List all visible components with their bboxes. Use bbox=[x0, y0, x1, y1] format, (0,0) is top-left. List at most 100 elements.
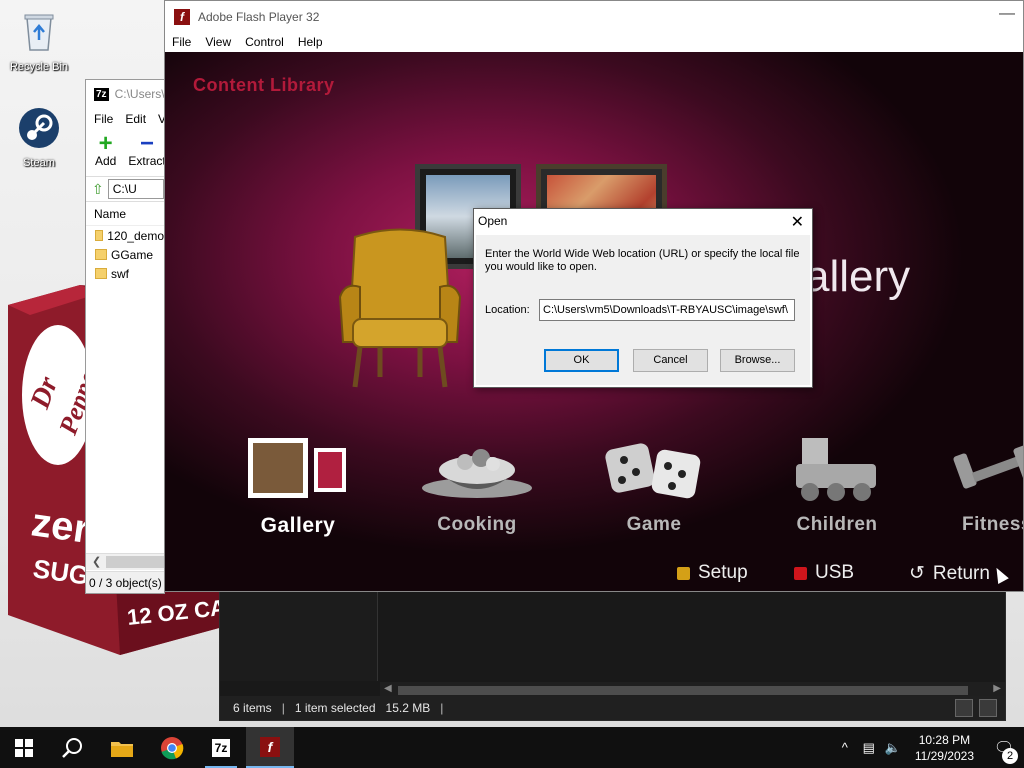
scroll-left-icon[interactable]: ❮ bbox=[92, 555, 101, 568]
address-bar: ⇧ C:\U bbox=[86, 176, 164, 202]
category-fitness[interactable]: Fitness bbox=[947, 436, 1023, 536]
recycle-bin-icon bbox=[24, 14, 54, 51]
minimize-button[interactable]: — bbox=[999, 5, 1015, 23]
clock-time: 10:28 PM bbox=[918, 732, 971, 747]
clock-date: 11/29/2023 bbox=[914, 748, 974, 763]
category-game[interactable]: Game bbox=[595, 436, 713, 536]
location-label: Location: bbox=[485, 304, 530, 316]
search-icon bbox=[62, 737, 82, 758]
network-icon[interactable]: ▤ bbox=[857, 740, 881, 756]
list-item-name: swf bbox=[111, 266, 129, 281]
list-item[interactable]: swf bbox=[86, 264, 164, 283]
folder-icon bbox=[95, 268, 107, 279]
horizontal-scrollbar[interactable]: ❮ bbox=[86, 553, 164, 570]
selection-size: 15.2 MB bbox=[385, 701, 431, 715]
list-item[interactable]: 120_demo bbox=[86, 226, 164, 245]
category-gallery[interactable]: Gallery bbox=[245, 436, 351, 538]
menu-file[interactable]: File bbox=[172, 35, 191, 49]
category-label: Cooking bbox=[437, 514, 517, 535]
column-header-name[interactable]: Name bbox=[86, 202, 164, 226]
start-button[interactable] bbox=[0, 727, 48, 768]
up-folder-icon[interactable]: ⇧ bbox=[92, 181, 104, 198]
category-children[interactable]: Children bbox=[773, 436, 901, 536]
taskbar: 7z f ^ ▤ 🔈 10:28 PM 11/29/2023 🗨 2 bbox=[0, 727, 1024, 768]
search-button[interactable] bbox=[48, 727, 96, 768]
scrollbar-thumb[interactable] bbox=[398, 686, 968, 695]
address-field[interactable]: C:\U bbox=[107, 179, 164, 199]
ok-button[interactable]: OK bbox=[544, 349, 619, 372]
category-cooking[interactable]: Cooking bbox=[413, 436, 541, 536]
return-button[interactable]: ↺ Return bbox=[909, 562, 990, 585]
setup-label: Setup bbox=[698, 562, 748, 583]
browse-button[interactable]: Browse... bbox=[720, 349, 795, 372]
volume-muted-icon[interactable]: 🔈 bbox=[881, 740, 905, 756]
flash-player-icon: f bbox=[174, 8, 190, 25]
notification-center-button[interactable]: 🗨 2 bbox=[984, 738, 1024, 764]
menu-file[interactable]: File bbox=[94, 112, 113, 126]
windows-logo-icon bbox=[15, 738, 33, 757]
scroll-right-icon[interactable]: ▶ bbox=[993, 683, 1001, 694]
menu-view[interactable]: View bbox=[205, 35, 231, 49]
selection-count: 1 item selected bbox=[294, 701, 376, 715]
dialog-title[interactable]: Open bbox=[474, 209, 812, 234]
sevenzip-status: 0 / 3 object(s) bbox=[86, 571, 164, 593]
explorer-status-bar: 6 items | 1 item selected 15.2 MB | bbox=[220, 696, 1005, 720]
taskbar-file-explorer[interactable] bbox=[98, 727, 146, 768]
close-icon[interactable]: ✕ bbox=[791, 212, 804, 232]
sevenzip-titlebar[interactable]: 7z C:\Users\ bbox=[86, 80, 164, 108]
plus-icon: + bbox=[98, 130, 113, 157]
open-dialog: Open ✕ Enter the World Wide Web location… bbox=[473, 208, 813, 388]
taskbar-7zip[interactable]: 7z bbox=[197, 727, 245, 768]
usb-button[interactable]: USB bbox=[794, 562, 854, 584]
taskbar-flash-player[interactable]: f bbox=[246, 727, 294, 768]
sevenzip-toolbar: + Add − Extract bbox=[86, 130, 164, 176]
desktop-icon-recycle-bin[interactable]: Recycle Bin bbox=[1, 10, 77, 73]
details-view-icon[interactable] bbox=[955, 699, 973, 717]
setup-button[interactable]: Setup bbox=[677, 562, 748, 584]
notification-badge: 2 bbox=[1002, 747, 1018, 764]
sevenzip-logo-icon: 7z bbox=[94, 87, 109, 101]
section-heading: allery bbox=[805, 252, 911, 301]
content-library-title: Content Library bbox=[193, 75, 335, 95]
show-hidden-icons-icon[interactable]: ^ bbox=[833, 740, 857, 755]
flash-title: Adobe Flash Player 32 bbox=[198, 9, 320, 24]
scroll-left-icon[interactable]: ◀ bbox=[384, 683, 392, 694]
large-icons-view-icon[interactable] bbox=[979, 699, 997, 717]
toy-train-icon bbox=[796, 438, 876, 501]
file-explorer-window: ◀ ▶ 6 items | 1 item selected 15.2 MB | bbox=[219, 590, 1006, 721]
steam-icon bbox=[19, 108, 59, 148]
menu-edit[interactable]: Edit bbox=[125, 112, 146, 126]
sevenzip-title: C:\Users\ bbox=[114, 87, 165, 101]
dice-icon bbox=[605, 443, 701, 499]
add-button[interactable]: + Add bbox=[95, 130, 116, 176]
extract-button[interactable]: − Extract bbox=[128, 132, 165, 176]
cancel-button[interactable]: Cancel bbox=[633, 349, 708, 372]
navigation-pane[interactable] bbox=[220, 591, 378, 681]
extract-label: Extract bbox=[128, 154, 165, 168]
menu-help[interactable]: Help bbox=[298, 35, 323, 49]
chrome-icon bbox=[161, 736, 184, 759]
usb-dot-icon bbox=[794, 566, 807, 580]
scrollbar-thumb[interactable] bbox=[106, 556, 164, 568]
menu-control[interactable]: Control bbox=[245, 35, 284, 49]
sevenzip-menubar: File Edit V bbox=[86, 108, 164, 130]
sevenzip-window: 7z C:\Users\ File Edit V + Add − Extract… bbox=[85, 79, 165, 594]
usb-label: USB bbox=[815, 562, 855, 583]
status-separator: | bbox=[281, 701, 285, 715]
desktop-icon-steam[interactable]: Steam bbox=[1, 106, 77, 169]
flash-titlebar[interactable]: f Adobe Flash Player 32 bbox=[165, 1, 1023, 32]
flash-player-icon: f bbox=[260, 736, 280, 757]
folder-icon bbox=[111, 741, 133, 757]
stage-footer: Setup USB ↺ Return bbox=[165, 562, 1023, 590]
return-icon: ↺ bbox=[909, 563, 925, 584]
folder-icon bbox=[95, 249, 107, 260]
category-label: Fitness bbox=[961, 514, 1023, 535]
list-item[interactable]: GGame bbox=[86, 245, 164, 264]
location-input[interactable] bbox=[539, 299, 795, 321]
taskbar-chrome[interactable] bbox=[148, 727, 196, 768]
clock[interactable]: 10:28 PM 11/29/2023 bbox=[905, 732, 984, 764]
gallery-icon bbox=[248, 438, 346, 498]
setup-dot-icon bbox=[677, 566, 690, 580]
sevenzip-icon: 7z bbox=[211, 738, 231, 757]
list-item-name: 120_demo bbox=[107, 228, 164, 243]
